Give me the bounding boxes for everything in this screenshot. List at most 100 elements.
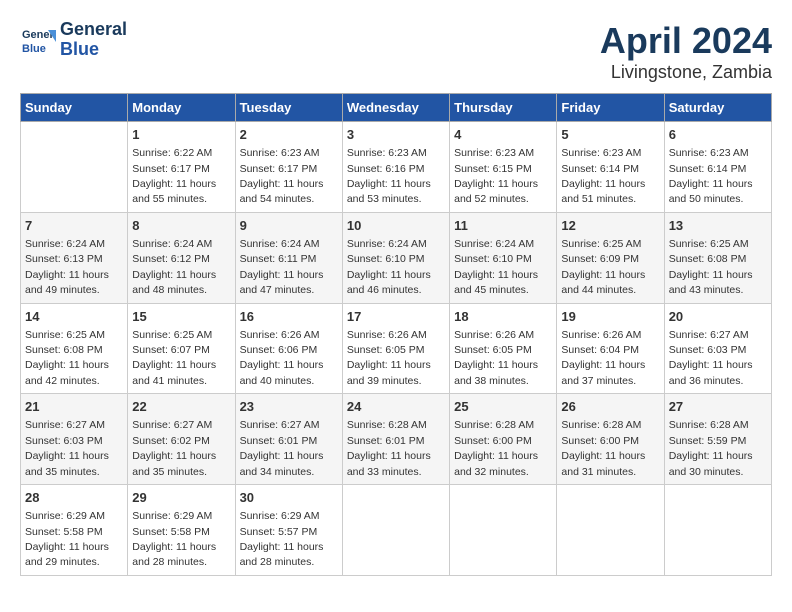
day-number: 5 (561, 126, 659, 144)
day-number: 19 (561, 308, 659, 326)
day-cell: 25 Sunrise: 6:28 AM Sunset: 6:00 PM Dayli… (450, 394, 557, 485)
day-number: 16 (240, 308, 338, 326)
week-row-1: 1 Sunrise: 6:22 AM Sunset: 6:17 PM Daylig… (21, 122, 772, 213)
day-detail: Sunrise: 6:23 AM Sunset: 6:16 PM Dayligh… (347, 147, 431, 205)
day-number: 11 (454, 217, 552, 235)
day-number: 17 (347, 308, 445, 326)
day-cell: 6 Sunrise: 6:23 AM Sunset: 6:14 PM Daylig… (664, 122, 771, 213)
header-row: SundayMondayTuesdayWednesdayThursdayFrid… (21, 94, 772, 122)
col-header-saturday: Saturday (664, 94, 771, 122)
day-number: 26 (561, 398, 659, 416)
day-cell: 10 Sunrise: 6:24 AM Sunset: 6:10 PM Dayli… (342, 212, 449, 303)
page-header: General Blue General Blue April 2024 Liv… (20, 20, 772, 83)
day-detail: Sunrise: 6:24 AM Sunset: 6:10 PM Dayligh… (454, 238, 538, 296)
week-row-3: 14 Sunrise: 6:25 AM Sunset: 6:08 PM Dayli… (21, 303, 772, 394)
day-detail: Sunrise: 6:22 AM Sunset: 6:17 PM Dayligh… (132, 147, 216, 205)
day-cell: 24 Sunrise: 6:28 AM Sunset: 6:01 PM Dayli… (342, 394, 449, 485)
day-detail: Sunrise: 6:25 AM Sunset: 6:08 PM Dayligh… (25, 329, 109, 387)
day-detail: Sunrise: 6:28 AM Sunset: 5:59 PM Dayligh… (669, 419, 753, 477)
day-cell: 19 Sunrise: 6:26 AM Sunset: 6:04 PM Dayli… (557, 303, 664, 394)
day-detail: Sunrise: 6:25 AM Sunset: 6:07 PM Dayligh… (132, 329, 216, 387)
day-number: 9 (240, 217, 338, 235)
logo-text: General Blue (60, 20, 127, 60)
day-cell: 27 Sunrise: 6:28 AM Sunset: 5:59 PM Dayli… (664, 394, 771, 485)
col-header-thursday: Thursday (450, 94, 557, 122)
day-detail: Sunrise: 6:25 AM Sunset: 6:08 PM Dayligh… (669, 238, 753, 296)
title-block: April 2024 Livingstone, Zambia (600, 20, 772, 83)
day-cell: 30 Sunrise: 6:29 AM Sunset: 5:57 PM Dayli… (235, 485, 342, 576)
logo: General Blue General Blue (20, 20, 127, 60)
calendar-table: SundayMondayTuesdayWednesdayThursdayFrid… (20, 93, 772, 576)
logo-icon: General Blue (20, 22, 56, 58)
col-header-monday: Monday (128, 94, 235, 122)
day-cell (557, 485, 664, 576)
day-cell (21, 122, 128, 213)
day-detail: Sunrise: 6:29 AM Sunset: 5:58 PM Dayligh… (132, 510, 216, 568)
day-detail: Sunrise: 6:29 AM Sunset: 5:58 PM Dayligh… (25, 510, 109, 568)
day-number: 18 (454, 308, 552, 326)
day-number: 20 (669, 308, 767, 326)
day-cell: 20 Sunrise: 6:27 AM Sunset: 6:03 PM Dayli… (664, 303, 771, 394)
day-detail: Sunrise: 6:27 AM Sunset: 6:03 PM Dayligh… (669, 329, 753, 387)
day-detail: Sunrise: 6:26 AM Sunset: 6:06 PM Dayligh… (240, 329, 324, 387)
day-detail: Sunrise: 6:24 AM Sunset: 6:10 PM Dayligh… (347, 238, 431, 296)
day-number: 21 (25, 398, 123, 416)
week-row-4: 21 Sunrise: 6:27 AM Sunset: 6:03 PM Dayli… (21, 394, 772, 485)
day-detail: Sunrise: 6:28 AM Sunset: 6:01 PM Dayligh… (347, 419, 431, 477)
day-cell: 16 Sunrise: 6:26 AM Sunset: 6:06 PM Dayli… (235, 303, 342, 394)
day-detail: Sunrise: 6:27 AM Sunset: 6:01 PM Dayligh… (240, 419, 324, 477)
day-cell: 8Sunrise: 6:24 AM Sunset: 6:12 PM Daylig… (128, 212, 235, 303)
day-number: 30 (240, 489, 338, 507)
day-cell: 14 Sunrise: 6:25 AM Sunset: 6:08 PM Dayli… (21, 303, 128, 394)
day-number: 13 (669, 217, 767, 235)
col-header-sunday: Sunday (21, 94, 128, 122)
day-detail: Sunrise: 6:26 AM Sunset: 6:04 PM Dayligh… (561, 329, 645, 387)
day-cell: 7 Sunrise: 6:24 AM Sunset: 6:13 PM Daylig… (21, 212, 128, 303)
day-number: 22 (132, 398, 230, 416)
week-row-2: 7 Sunrise: 6:24 AM Sunset: 6:13 PM Daylig… (21, 212, 772, 303)
day-cell: 28 Sunrise: 6:29 AM Sunset: 5:58 PM Dayli… (21, 485, 128, 576)
day-number: 2 (240, 126, 338, 144)
day-number: 28 (25, 489, 123, 507)
day-cell: 23 Sunrise: 6:27 AM Sunset: 6:01 PM Dayli… (235, 394, 342, 485)
day-detail: Sunrise: 6:26 AM Sunset: 6:05 PM Dayligh… (347, 329, 431, 387)
day-detail: Sunrise: 6:29 AM Sunset: 5:57 PM Dayligh… (240, 510, 324, 568)
day-detail: Sunrise: 6:24 AM Sunset: 6:13 PM Dayligh… (25, 238, 109, 296)
day-cell: 2 Sunrise: 6:23 AM Sunset: 6:17 PM Daylig… (235, 122, 342, 213)
day-number: 3 (347, 126, 445, 144)
day-number: 7 (25, 217, 123, 235)
day-cell: 21 Sunrise: 6:27 AM Sunset: 6:03 PM Dayli… (21, 394, 128, 485)
day-cell: 29Sunrise: 6:29 AM Sunset: 5:58 PM Dayli… (128, 485, 235, 576)
day-detail: Sunrise: 6:28 AM Sunset: 6:00 PM Dayligh… (561, 419, 645, 477)
day-cell: 9 Sunrise: 6:24 AM Sunset: 6:11 PM Daylig… (235, 212, 342, 303)
day-number: 27 (669, 398, 767, 416)
day-detail: Sunrise: 6:24 AM Sunset: 6:11 PM Dayligh… (240, 238, 324, 296)
day-number: 10 (347, 217, 445, 235)
day-number: 1 (132, 126, 230, 144)
day-cell: 26 Sunrise: 6:28 AM Sunset: 6:00 PM Dayli… (557, 394, 664, 485)
day-cell: 11 Sunrise: 6:24 AM Sunset: 6:10 PM Dayli… (450, 212, 557, 303)
day-cell: 3 Sunrise: 6:23 AM Sunset: 6:16 PM Daylig… (342, 122, 449, 213)
day-number: 25 (454, 398, 552, 416)
day-detail: Sunrise: 6:27 AM Sunset: 6:03 PM Dayligh… (25, 419, 109, 477)
calendar-title: April 2024 (600, 20, 772, 62)
day-cell: 13 Sunrise: 6:25 AM Sunset: 6:08 PM Dayli… (664, 212, 771, 303)
day-detail: Sunrise: 6:23 AM Sunset: 6:14 PM Dayligh… (561, 147, 645, 205)
day-cell: 4Sunrise: 6:23 AM Sunset: 6:15 PM Daylig… (450, 122, 557, 213)
day-detail: Sunrise: 6:25 AM Sunset: 6:09 PM Dayligh… (561, 238, 645, 296)
week-row-5: 28 Sunrise: 6:29 AM Sunset: 5:58 PM Dayli… (21, 485, 772, 576)
day-detail: Sunrise: 6:28 AM Sunset: 6:00 PM Dayligh… (454, 419, 538, 477)
day-number: 15 (132, 308, 230, 326)
day-number: 23 (240, 398, 338, 416)
day-number: 12 (561, 217, 659, 235)
day-number: 6 (669, 126, 767, 144)
day-number: 14 (25, 308, 123, 326)
day-detail: Sunrise: 6:23 AM Sunset: 6:17 PM Dayligh… (240, 147, 324, 205)
day-cell (450, 485, 557, 576)
calendar-subtitle: Livingstone, Zambia (600, 62, 772, 83)
day-cell: 12 Sunrise: 6:25 AM Sunset: 6:09 PM Dayli… (557, 212, 664, 303)
day-detail: Sunrise: 6:23 AM Sunset: 6:14 PM Dayligh… (669, 147, 753, 205)
day-cell: 17 Sunrise: 6:26 AM Sunset: 6:05 PM Dayli… (342, 303, 449, 394)
day-number: 24 (347, 398, 445, 416)
day-cell: 18Sunrise: 6:26 AM Sunset: 6:05 PM Dayli… (450, 303, 557, 394)
